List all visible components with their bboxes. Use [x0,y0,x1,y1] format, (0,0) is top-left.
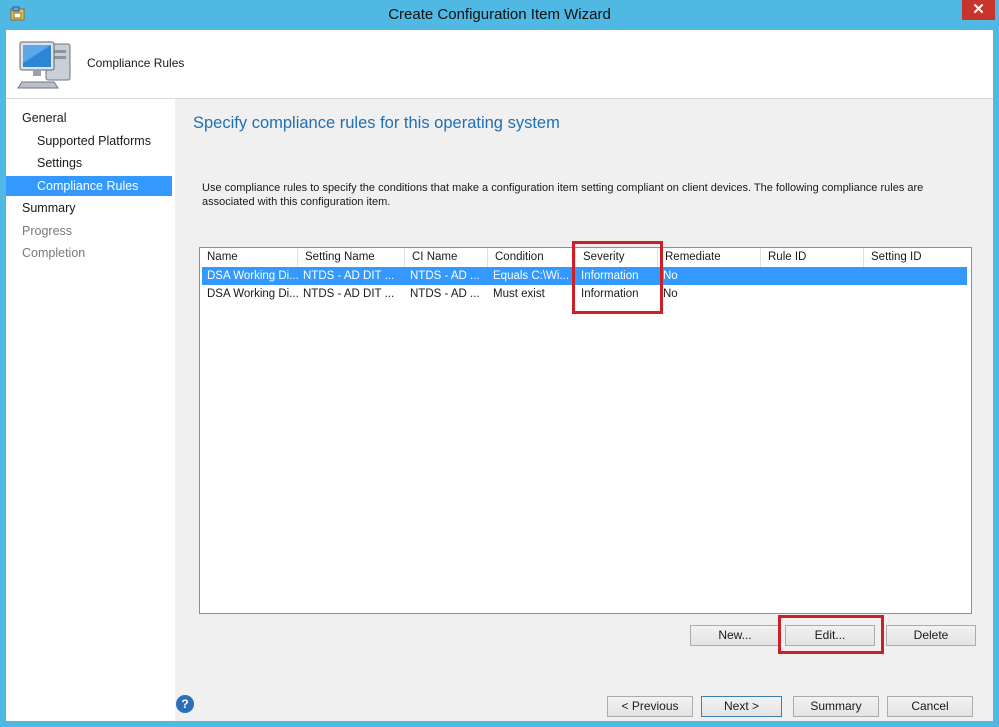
column-header-ci-name[interactable]: CI Name [405,248,488,267]
cell-rule-id [761,285,864,303]
wizard-nav: General Supported Platforms Settings Com… [6,99,175,721]
nav-item-completion: Completion [22,246,86,260]
wizard-header: Compliance Rules [6,30,993,99]
column-header-name[interactable]: Name [200,248,298,267]
help-icon[interactable]: ? [176,695,194,713]
page-title: Specify compliance rules for this operat… [193,114,560,132]
column-header-rule-id[interactable]: Rule ID [761,248,864,267]
cell-ci-name: NTDS - AD ... [410,270,480,282]
content-panel: Specify compliance rules for this operat… [175,99,993,685]
cell-remediate: No [663,270,678,282]
nav-item-summary[interactable]: Summary [6,198,172,218]
cell-ci-name: NTDS - AD ... [410,288,480,300]
severity-highlight-box [572,241,663,314]
column-header-condition[interactable]: Condition [488,248,576,267]
nav-item-supported-platforms[interactable]: Supported Platforms [6,131,172,151]
cell-name: DSA Working Di... [207,270,298,282]
cell-setting-id [864,285,967,303]
next-button[interactable]: Next > [701,696,782,717]
summary-button[interactable]: Summary [793,696,879,717]
cell-setting-name: NTDS - AD DIT ... [303,270,395,282]
column-header-setting-name[interactable]: Setting Name [298,248,405,267]
column-header-setting-id[interactable]: Setting ID [864,248,971,267]
window-title: Create Configuration Item Wizard [388,6,611,23]
delete-rule-button[interactable]: Delete [886,625,976,646]
cell-setting-name: NTDS - AD DIT ... [303,288,395,300]
wizard-window: Create Configuration Item Wizard ✕ Compl… [0,0,999,727]
title-bar[interactable]: Create Configuration Item Wizard ✕ [0,0,999,30]
cell-condition: Must exist [493,288,545,300]
close-button[interactable]: ✕ [962,0,995,20]
cell-remediate: No [663,288,678,300]
nav-item-progress: Progress [22,224,73,238]
previous-button[interactable]: < Previous [607,696,693,717]
cell-setting-id [864,267,967,285]
new-rule-button[interactable]: New... [690,625,780,646]
cancel-button[interactable]: Cancel [887,696,973,717]
nav-item-settings[interactable]: Settings [6,153,172,173]
nav-item-compliance-rules[interactable]: Compliance Rules [6,176,172,196]
cell-condition: Equals C:\Wi... [493,270,570,282]
edit-highlight-box [778,615,884,654]
computer-icon [17,41,71,89]
cell-rule-id [761,267,864,285]
header-title: Compliance Rules [87,56,185,70]
cell-name: DSA Working Di... [207,288,298,300]
page-description: Use compliance rules to specify the cond… [202,182,924,208]
nav-item-general[interactable]: General [6,108,172,128]
column-header-remediate[interactable]: Remediate [658,248,761,267]
